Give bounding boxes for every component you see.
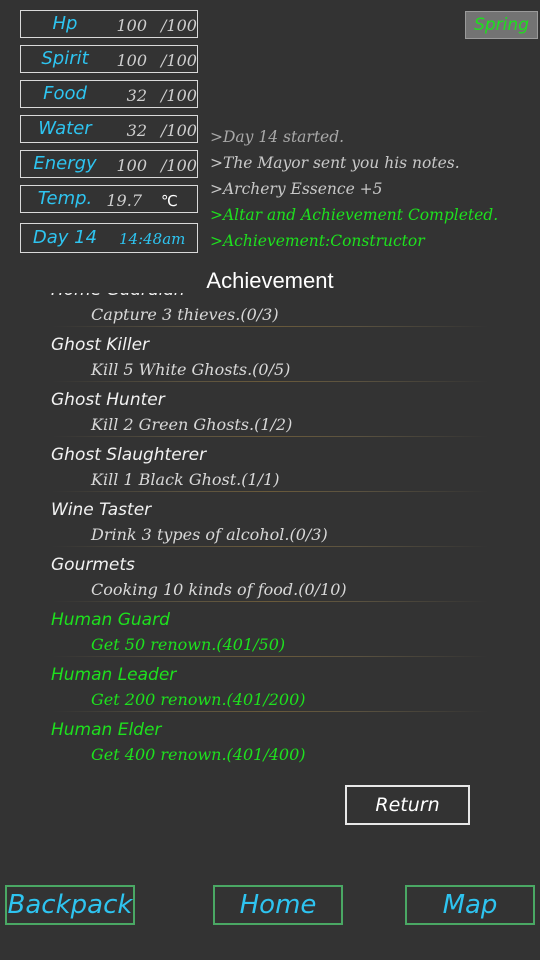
achievement-divider — [52, 381, 488, 382]
achievement-list[interactable]: Home Guardian Capture 3 thieves.(0/3) Ghos… — [0, 293, 540, 766]
achievement-divider — [52, 491, 488, 492]
backpack-button[interactable]: Backpack — [5, 885, 135, 925]
achievement-divider — [52, 656, 488, 657]
achievement-item: Ghost Killer Kill 5 White Ghosts.(0/5) — [0, 328, 540, 383]
achievement-description: Capture 3 thieves.(0/3) — [91, 305, 279, 324]
achievement-description: Cooking 10 kinds of food.(0/10) — [91, 580, 347, 599]
stat-value: 32 — [126, 121, 147, 140]
log-line: >Day 14 started. — [210, 128, 345, 146]
stat-box-spirit: Spirit 100/100 — [20, 45, 198, 73]
stat-value: 100 — [116, 16, 147, 35]
stat-label: Water — [38, 118, 92, 139]
achievement-description: Get 50 renown.(401/50) — [91, 635, 286, 654]
achievement-description: Get 400 renown.(401/400) — [91, 745, 306, 764]
stat-label: Energy — [33, 153, 97, 174]
achievement-item: Human Leader Get 200 renown.(401/200) — [0, 658, 540, 713]
temperature-unit: ℃ — [161, 192, 178, 210]
stat-value: 100 — [116, 156, 147, 175]
achievement-divider — [52, 711, 488, 712]
day-label: Day 14 — [32, 227, 98, 248]
stat-box-hp: Hp 100/100 — [20, 10, 198, 38]
achievement-item: Human Elder Get 400 renown.(401/400) — [0, 713, 540, 766]
achievement-description: Kill 1 Black Ghost.(1/1) — [91, 470, 280, 489]
log-line: >Archery Essence +5 — [210, 180, 383, 198]
stat-max: /100 — [161, 86, 197, 105]
stat-value: 100 — [116, 51, 147, 70]
home-button[interactable]: Home — [213, 885, 343, 925]
day-time: 14:48am — [119, 230, 186, 248]
achievement-divider — [52, 546, 488, 547]
log-line: >The Mayor sent you his notes. — [210, 154, 460, 172]
achievement-name: Ghost Killer — [51, 335, 150, 355]
log-line: >Achievement:Constructor — [210, 232, 425, 250]
stat-label: Food — [43, 83, 87, 104]
achievement-item: Ghost Hunter Kill 2 Green Ghosts.(1/2) — [0, 383, 540, 438]
achievement-description: Get 200 renown.(401/200) — [91, 690, 306, 709]
achievement-name: Home Guardian — [51, 293, 185, 300]
achievement-description: Kill 2 Green Ghosts.(1/2) — [91, 415, 293, 434]
achievement-name: Wine Taster — [51, 500, 152, 520]
achievement-name: Human Leader — [51, 665, 177, 685]
stat-box-food: Food 32/100 — [20, 80, 198, 108]
achievement-item: Home Guardian Capture 3 thieves.(0/3) — [0, 293, 540, 328]
stat-max: /100 — [161, 156, 197, 175]
message-log: >Day 14 started. >The Mayor sent you his … — [210, 124, 498, 254]
achievement-description: Drink 3 types of alcohol.(0/3) — [91, 525, 328, 544]
achievement-description: Kill 5 White Ghosts.(0/5) — [91, 360, 291, 379]
day-box: Day 14 14:48am — [20, 223, 198, 253]
stat-box-water: Water 32/100 — [20, 115, 198, 143]
log-line: >Altar and Achievement Completed. — [210, 206, 499, 224]
stat-box-energy: Energy 100/100 — [20, 150, 198, 178]
stat-label: Spirit — [41, 48, 89, 69]
temperature-box: Temp. 19.7 ℃ — [20, 185, 198, 213]
achievement-title: Achievement — [206, 268, 334, 293]
map-button[interactable]: Map — [405, 885, 535, 925]
achievement-name: Human Guard — [51, 610, 170, 630]
stat-max: /100 — [161, 121, 197, 140]
achievement-item: Ghost Slaughterer Kill 1 Black Ghost.(1/1… — [0, 438, 540, 493]
stat-value: 32 — [126, 86, 147, 105]
season-badge: Spring — [465, 11, 538, 39]
achievement-name: Human Elder — [51, 720, 162, 740]
temperature-value: 19.7 — [106, 191, 142, 210]
achievement-item: Human Guard Get 50 renown.(401/50) — [0, 603, 540, 658]
stat-max: /100 — [161, 16, 197, 35]
achievement-name: Ghost Slaughterer — [51, 445, 207, 465]
return-button[interactable]: Return — [345, 785, 470, 825]
achievement-divider — [52, 436, 488, 437]
achievement-name: Gourmets — [51, 555, 135, 575]
stat-max: /100 — [161, 51, 197, 70]
achievement-item: Wine Taster Drink 3 types of alcohol.(0/3… — [0, 493, 540, 548]
achievement-name: Ghost Hunter — [51, 390, 165, 410]
stat-label: Hp — [52, 13, 78, 34]
achievement-divider — [52, 601, 488, 602]
achievement-item: Gourmets Cooking 10 kinds of food.(0/10) — [0, 548, 540, 603]
achievement-divider — [52, 326, 488, 327]
